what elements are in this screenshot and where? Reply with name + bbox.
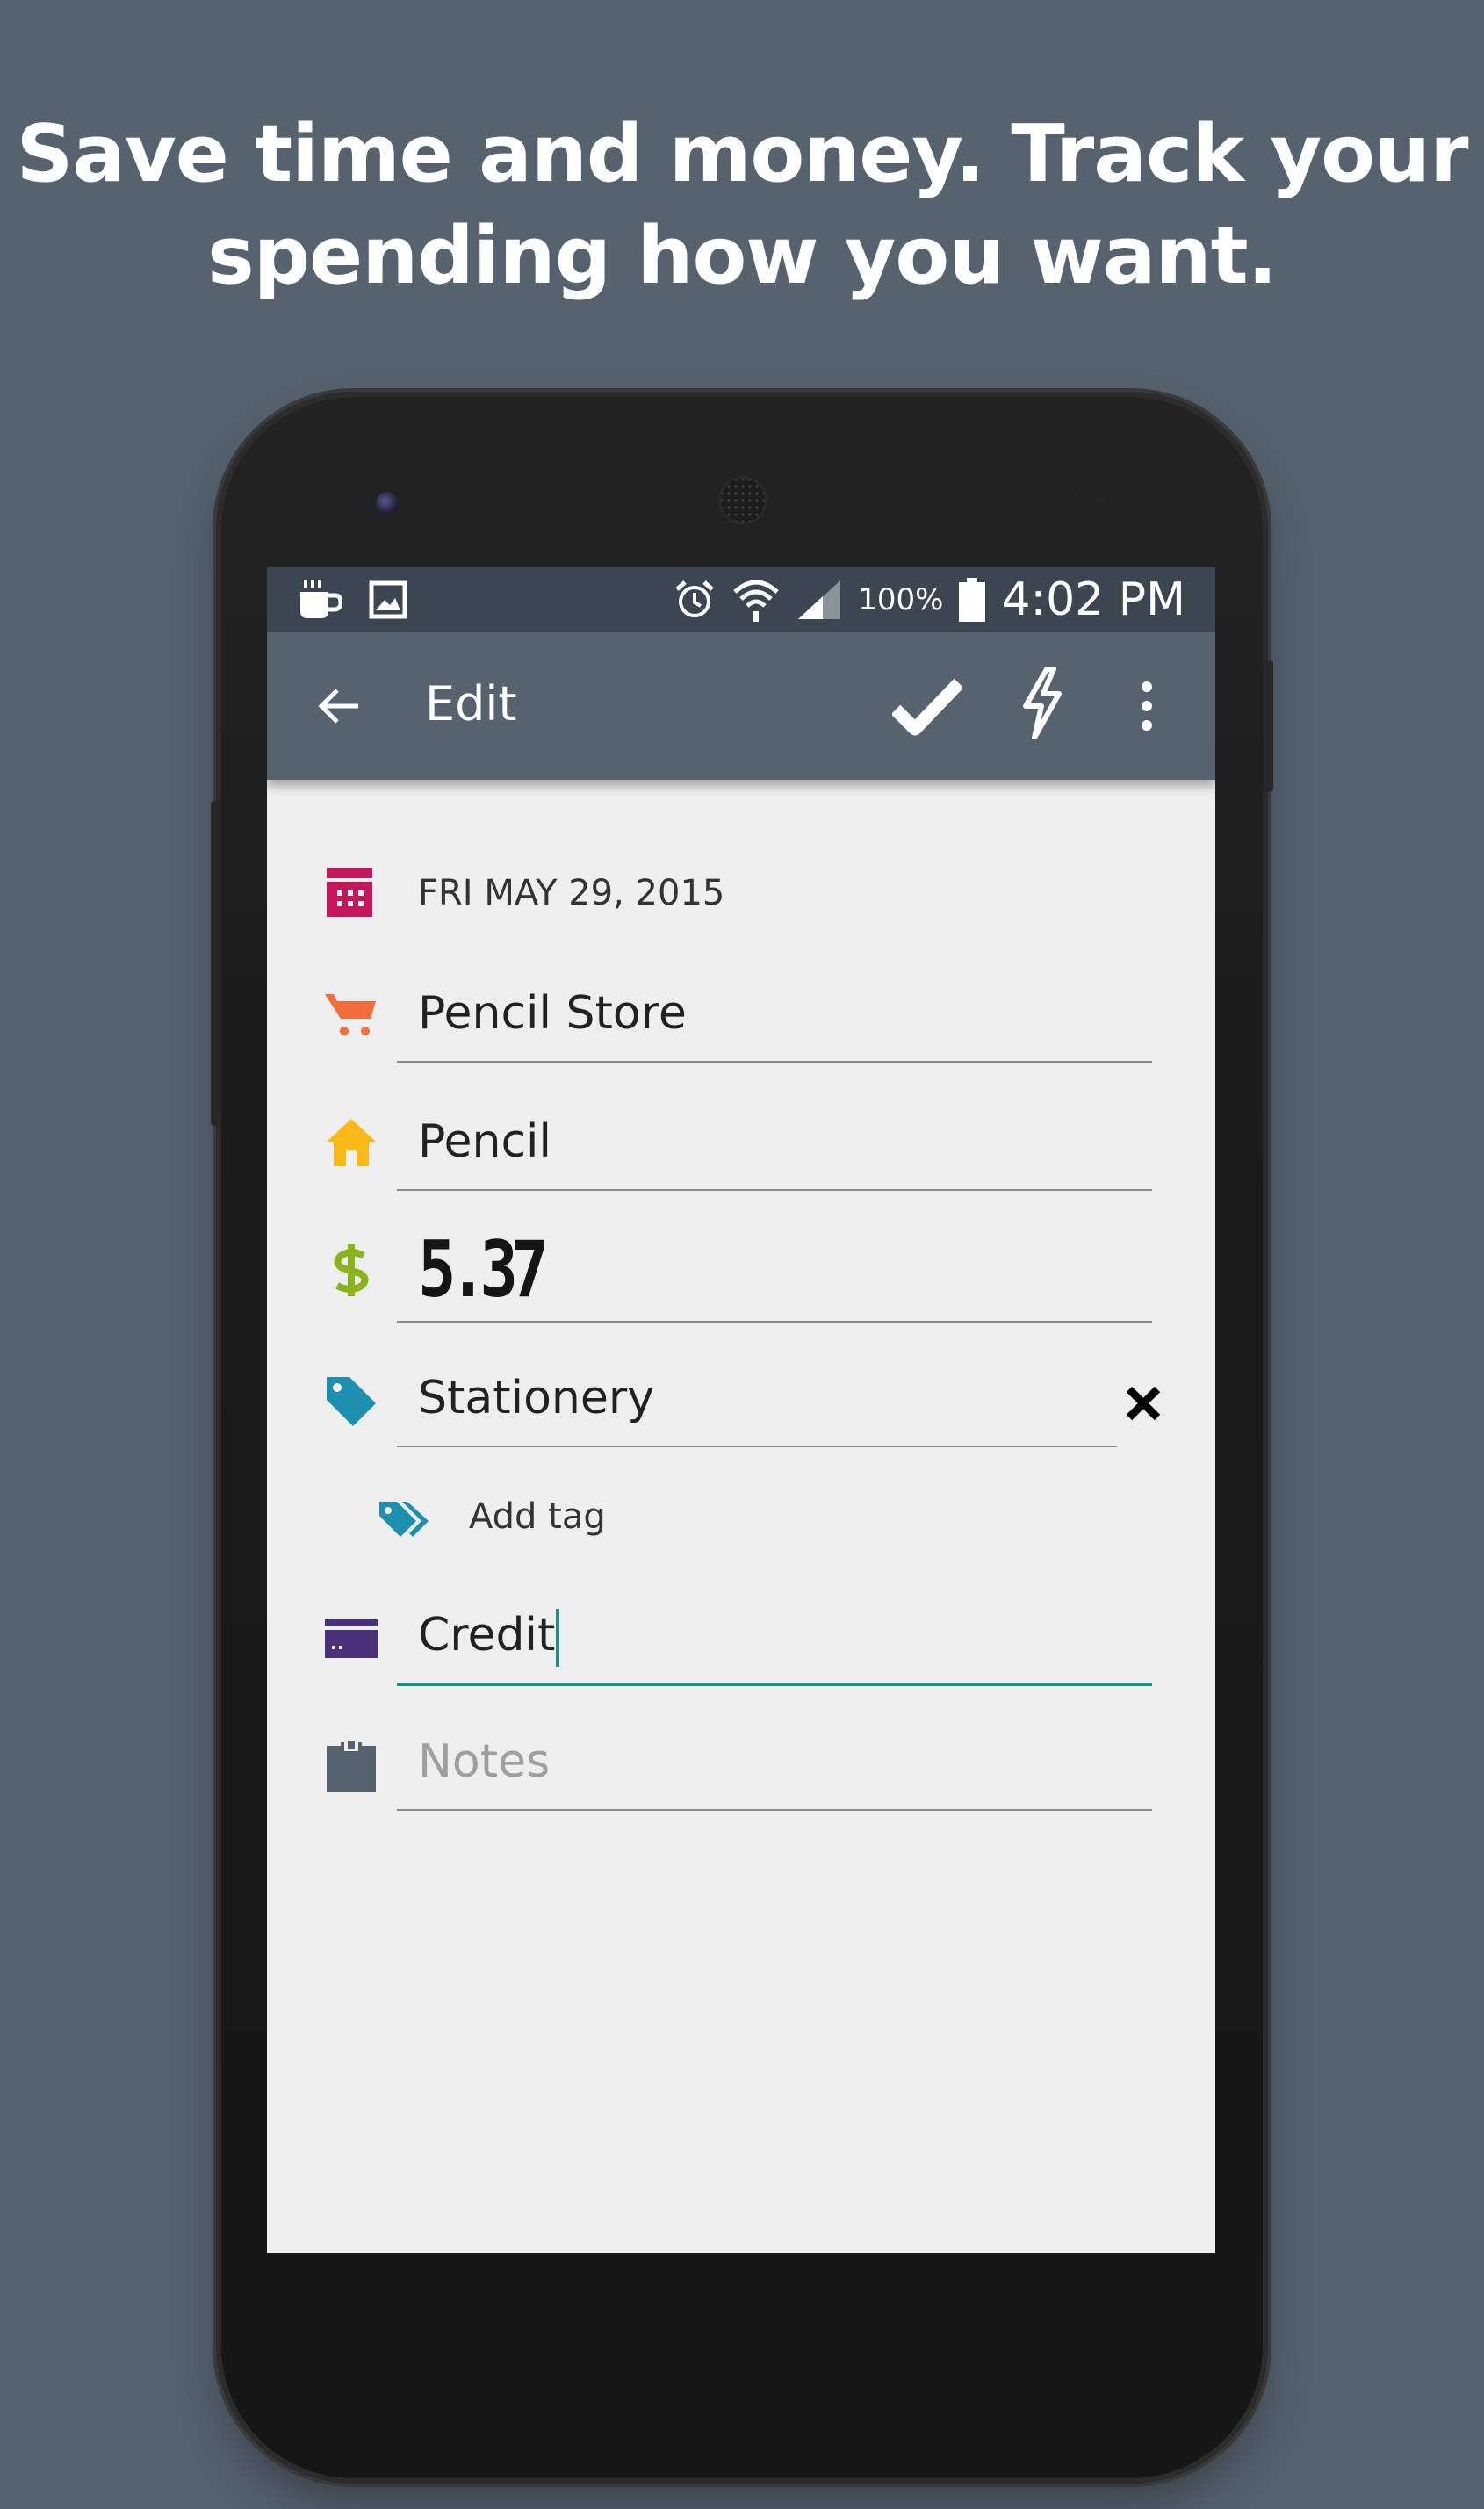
coffee-icon (300, 580, 342, 618)
headline: Save time and money. Track your spending… (0, 104, 1484, 307)
add-tag-label: Add tag (469, 1496, 606, 1537)
more-vertical-icon[interactable] (1136, 680, 1157, 732)
app-toolbar: Edit (267, 632, 1215, 780)
store-field-underline (397, 1061, 1152, 1063)
date-value: FRI MAY 29, 2015 (418, 873, 725, 913)
tag-icon (327, 1377, 376, 1426)
amount-field-underline (397, 1321, 1152, 1323)
front-camera (376, 492, 399, 515)
text-cursor (556, 1609, 560, 1667)
tag-field[interactable]: Stationery (418, 1372, 654, 1424)
arrow-left-icon[interactable] (311, 678, 367, 734)
wifi-icon (733, 580, 779, 622)
power-button (1263, 660, 1273, 792)
calendar-icon (327, 868, 372, 917)
item-field-underline (397, 1189, 1152, 1191)
amount-value: 5.37 (418, 1224, 549, 1315)
lightning-icon[interactable] (1020, 667, 1064, 739)
app-screen: 100% 4:02 PM Edit FRI MAY 29, 2015 Penci… (267, 567, 1215, 2253)
amount-field[interactable]: 5.37 (418, 1224, 569, 1315)
toolbar-title: Edit (425, 676, 517, 732)
tag-field-underline (397, 1446, 1117, 1447)
phone-frame: 100% 4:02 PM Edit FRI MAY 29, 2015 Penci… (211, 397, 1273, 2478)
earpiece-speaker (718, 476, 767, 525)
alarm-icon (675, 580, 714, 617)
status-bar: 100% 4:02 PM (267, 567, 1215, 632)
home-icon (327, 1119, 376, 1166)
battery-percent: 100% (858, 582, 944, 617)
item-field[interactable]: Pencil (418, 1115, 551, 1168)
notes-field-underline (397, 1809, 1152, 1811)
cart-icon (325, 994, 376, 1035)
payment-value: Credit (418, 1609, 556, 1662)
notes-field[interactable]: Notes (418, 1735, 550, 1788)
volume-button (211, 801, 221, 1126)
clock: 4:02 PM (1001, 573, 1185, 626)
headline-line-1: Save time and money. Track your (16, 108, 1469, 200)
close-icon[interactable] (1124, 1384, 1163, 1423)
check-icon[interactable] (892, 676, 962, 736)
battery-icon (959, 578, 986, 622)
credit-card-icon (325, 1619, 378, 1658)
dollar-icon (334, 1244, 369, 1296)
payment-field[interactable]: Credit (418, 1609, 560, 1667)
signal-icon (798, 580, 841, 619)
proximity-sensor (1064, 490, 1080, 506)
clipboard-icon (327, 1739, 376, 1792)
payment-field-underline (397, 1683, 1152, 1686)
light-sensor (1096, 494, 1106, 504)
tags-icon (379, 1502, 429, 1537)
headline-line-2: spending how you want. (207, 210, 1278, 302)
image-icon (369, 580, 407, 619)
store-field[interactable]: Pencil Store (418, 987, 687, 1040)
